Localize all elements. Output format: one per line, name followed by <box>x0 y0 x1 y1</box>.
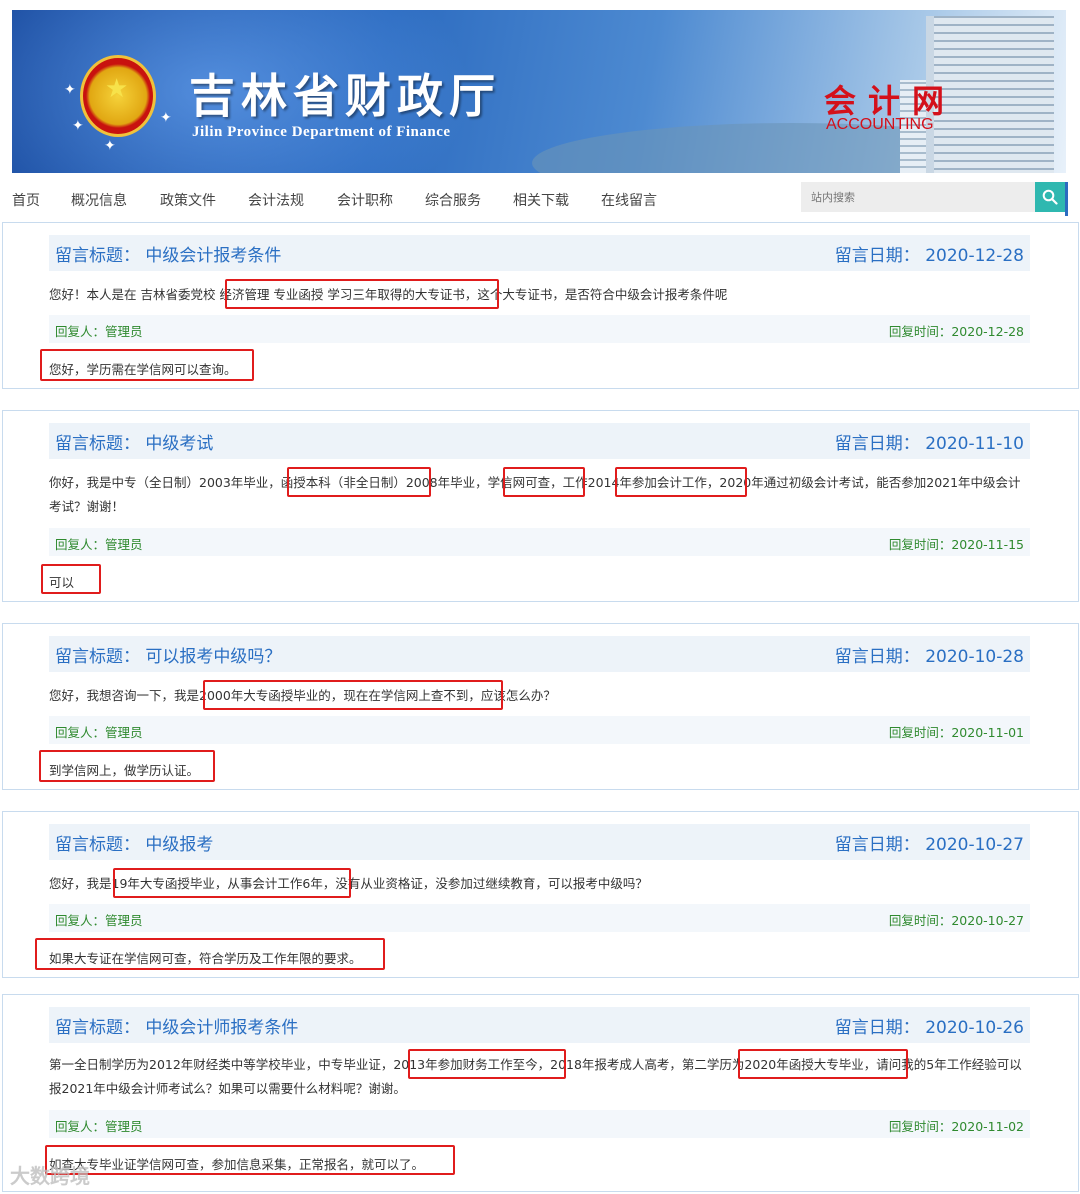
nav-edge <box>1065 182 1068 216</box>
replier: 回复人：管理员 <box>55 1119 143 1134</box>
search-icon <box>1042 189 1058 205</box>
star-icon: ✦ <box>72 118 84 134</box>
message-date: 留言日期： 2020-10-28 <box>834 647 1024 667</box>
header-banner: ✦ ✦ ✦ ✦ ★ 吉林省财政厅 Jilin Province Departme… <box>12 10 1066 173</box>
reply-bar: 回复人：管理员 回复时间：2020-11-15 <box>49 528 1030 556</box>
reply-bar: 回复人：管理员 回复时间：2020-11-02 <box>49 1110 1030 1138</box>
nav-downloads[interactable]: 相关下载 <box>513 190 569 210</box>
message-question: 您好！本人是在 吉林省委党校 经济管理 专业函授 学习三年取得的大专证书，这个大… <box>49 287 728 302</box>
highlight-box <box>225 279 499 309</box>
search-button[interactable] <box>1035 182 1065 212</box>
replier: 回复人：管理员 <box>55 725 143 740</box>
message-card: 留言标题： 中级报考 留言日期： 2020-10-27 您好，我是19年大专函授… <box>2 811 1079 978</box>
nav-titles[interactable]: 会计职称 <box>337 190 393 210</box>
message-date: 留言日期： 2020-10-27 <box>834 835 1024 855</box>
nav-home[interactable]: 首页 <box>12 190 40 210</box>
message-title[interactable]: 留言标题： 中级考试 <box>55 429 213 454</box>
highlight-box <box>41 564 101 594</box>
message-title[interactable]: 留言标题： 中级会计师报考条件 <box>55 1013 298 1038</box>
reply-time: 回复时间：2020-10-27 <box>888 913 1024 928</box>
reply-time: 回复时间：2020-11-01 <box>888 725 1024 740</box>
message-title[interactable]: 留言标题： 中级会计报考条件 <box>55 241 281 266</box>
message-header: 留言标题： 中级会计报考条件 留言日期： 2020-12-28 <box>49 235 1030 271</box>
nav-messages[interactable]: 在线留言 <box>601 190 657 210</box>
message-card: 留言标题： 中级会计师报考条件 留言日期： 2020-10-26 第一全日制学历… <box>2 994 1079 1192</box>
message-date: 留言日期： 2020-11-10 <box>834 434 1024 454</box>
message-header: 留言标题： 中级报考 留言日期： 2020-10-27 <box>49 824 1030 860</box>
nav-regulations[interactable]: 会计法规 <box>248 190 304 210</box>
message-header: 留言标题： 中级考试 留言日期： 2020-11-10 <box>49 423 1030 459</box>
highlight-box <box>113 868 351 898</box>
nav-policy[interactable]: 政策文件 <box>160 190 216 210</box>
message-card: 留言标题： 中级考试 留言日期： 2020-11-10 你好，我是中专（全日制）… <box>2 410 1079 602</box>
message-header: 留言标题： 中级会计师报考条件 留言日期： 2020-10-26 <box>49 1007 1030 1043</box>
nav-overview[interactable]: 概况信息 <box>71 190 127 210</box>
replier: 回复人：管理员 <box>55 913 143 928</box>
highlight-box <box>738 1049 908 1079</box>
reply-bar: 回复人：管理员 回复时间：2020-12-28 <box>49 315 1030 343</box>
message-question: 您好，我想咨询一下，我是2000年大专函授毕业的，现在在学信网上查不到，应该怎么… <box>49 688 556 703</box>
national-emblem-icon: ★ <box>80 55 156 137</box>
message-card: 留言标题： 中级会计报考条件 留言日期： 2020-12-28 您好！本人是在 … <box>2 222 1079 389</box>
star-icon: ✦ <box>160 110 172 126</box>
watermark: 大数跨境 <box>10 1164 90 1188</box>
star-icon: ✦ <box>104 138 116 154</box>
highlight-box <box>35 938 385 970</box>
reply-time: 回复时间：2020-11-15 <box>888 537 1024 552</box>
star-icon: ✦ <box>64 82 76 98</box>
highlight-box <box>39 750 215 782</box>
highlight-box <box>408 1049 566 1079</box>
highlight-box <box>615 467 747 497</box>
nav-services[interactable]: 综合服务 <box>425 190 481 210</box>
reply-time: 回复时间：2020-11-02 <box>888 1119 1024 1134</box>
message-title[interactable]: 留言标题： 可以报考中级吗？ <box>55 642 281 667</box>
search-input[interactable] <box>801 182 1035 212</box>
reply-bar: 回复人：管理员 回复时间：2020-10-27 <box>49 904 1030 932</box>
highlight-box <box>287 467 431 497</box>
reply-time: 回复时间：2020-12-28 <box>888 324 1024 339</box>
highlight-box <box>503 467 585 497</box>
message-header: 留言标题： 可以报考中级吗？ 留言日期： 2020-10-28 <box>49 636 1030 672</box>
replier: 回复人：管理员 <box>55 324 143 339</box>
reply-bar: 回复人：管理员 回复时间：2020-11-01 <box>49 716 1030 744</box>
message-date: 留言日期： 2020-12-28 <box>834 246 1024 266</box>
message-card: 留言标题： 可以报考中级吗？ 留言日期： 2020-10-28 您好，我想咨询一… <box>2 623 1079 790</box>
message-date: 留言日期： 2020-10-26 <box>834 1018 1024 1038</box>
highlight-box <box>40 349 254 381</box>
site-subtitle: Jilin Province Department of Finance <box>192 124 451 140</box>
replier: 回复人：管理员 <box>55 537 143 552</box>
message-title[interactable]: 留言标题： 中级报考 <box>55 830 213 855</box>
highlight-box <box>45 1145 455 1175</box>
site-title: 吉林省财政厅 <box>189 69 501 123</box>
section-subtitle: ACCOUNTING <box>826 116 934 133</box>
highlight-box <box>203 680 503 710</box>
